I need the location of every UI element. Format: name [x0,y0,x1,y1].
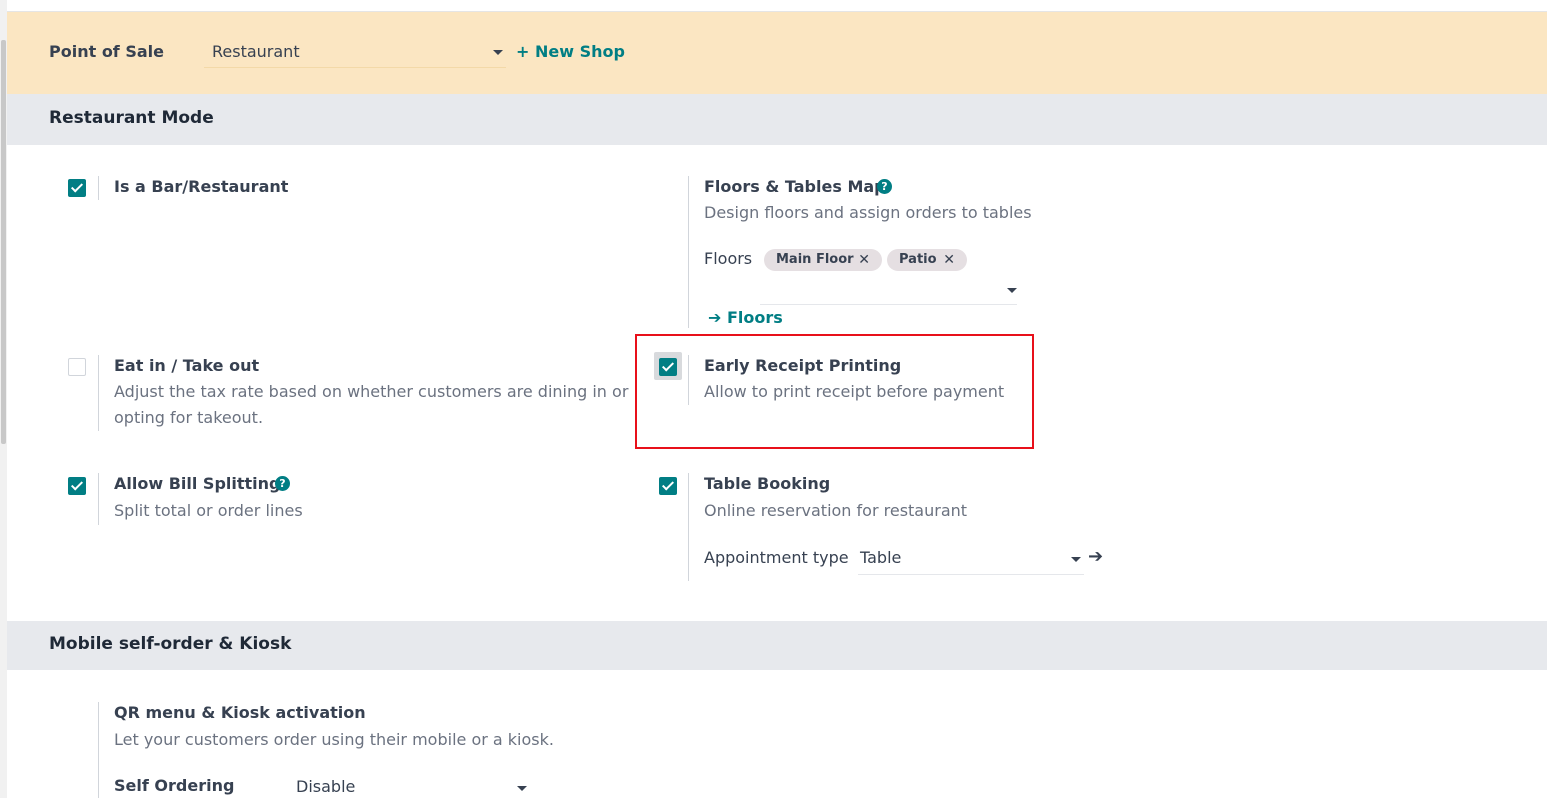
floors-link[interactable]: ➔ Floors [708,308,783,327]
pos-label: Point of Sale [49,42,164,61]
arrow-right-icon[interactable]: ➔ [1088,546,1103,567]
section-title: Mobile self-order & Kiosk [49,634,292,654]
setting-divider [98,702,99,798]
shop-select-value: Restaurant [212,42,300,61]
chevron-down-icon [1071,557,1081,562]
setting-divider [98,176,99,200]
chevron-down-icon [1007,288,1017,293]
floors-link-label: Floors [726,308,783,327]
floor-tag-label: Patio [899,252,937,267]
close-icon[interactable]: ✕ [943,249,955,271]
top-divider [7,0,1547,12]
help-icon[interactable]: ? [877,179,892,194]
self-ordering-select[interactable]: Disable [294,774,530,798]
bar-restaurant-checkbox[interactable] [68,179,86,197]
section-header-mobile-self-order: Mobile self-order & Kiosk [7,621,1547,670]
floor-tag-patio[interactable]: Patio ✕ [887,249,967,271]
floors-map-title: Floors & Tables Map [704,177,886,196]
setting-divider [688,176,689,328]
scrollbar-thumb[interactable] [1,40,6,444]
floors-label: Floors [704,249,753,268]
self-ordering-label: Self Ordering [114,776,235,795]
eat-in-desc: Adjust the tax rate based on whether cus… [114,382,629,427]
setting-divider [98,355,99,431]
appointment-type-select[interactable]: Table [858,545,1084,575]
appointment-type-value: Table [860,548,902,567]
table-booking-checkbox[interactable] [659,477,677,495]
table-booking-desc: Online reservation for restaurant [704,501,968,520]
new-shop-link[interactable]: + New Shop [516,42,625,61]
self-ordering-value: Disable [296,777,356,796]
shop-select[interactable]: Restaurant [204,40,506,68]
arrow-right-icon: ➔ [708,308,722,327]
qr-kiosk-title: QR menu & Kiosk activation [114,703,366,722]
setting-divider [688,473,689,581]
floors-map-desc: Design floors and assign orders to table… [704,203,1032,222]
chevron-down-icon [517,786,527,791]
section-header-restaurant-mode: Restaurant Mode [7,94,1547,145]
table-booking-title: Table Booking [704,474,831,493]
qr-kiosk-desc: Let your customers order using their mob… [114,730,554,749]
eat-in-checkbox[interactable] [68,358,86,376]
pos-banner: Point of Sale Restaurant + New Shop [7,12,1547,94]
eat-in-title: Eat in / Take out [114,356,260,375]
floor-tag-main[interactable]: Main Floor ✕ [764,249,882,271]
setting-divider [98,473,99,525]
highlight-box [635,334,1034,449]
bill-splitting-title: Allow Bill Splitting [114,474,281,493]
chevron-down-icon [493,50,503,55]
bill-splitting-desc: Split total or order lines [114,501,303,520]
section-title: Restaurant Mode [49,108,214,128]
left-scroll-strip [0,0,7,798]
help-icon[interactable]: ? [275,476,290,491]
floors-input[interactable] [760,280,1017,305]
close-icon[interactable]: ✕ [858,249,870,271]
floor-tag-label: Main Floor [776,252,854,267]
bill-splitting-checkbox[interactable] [68,477,86,495]
appointment-type-label: Appointment type [704,548,849,567]
bar-restaurant-title: Is a Bar/Restaurant [114,177,289,196]
